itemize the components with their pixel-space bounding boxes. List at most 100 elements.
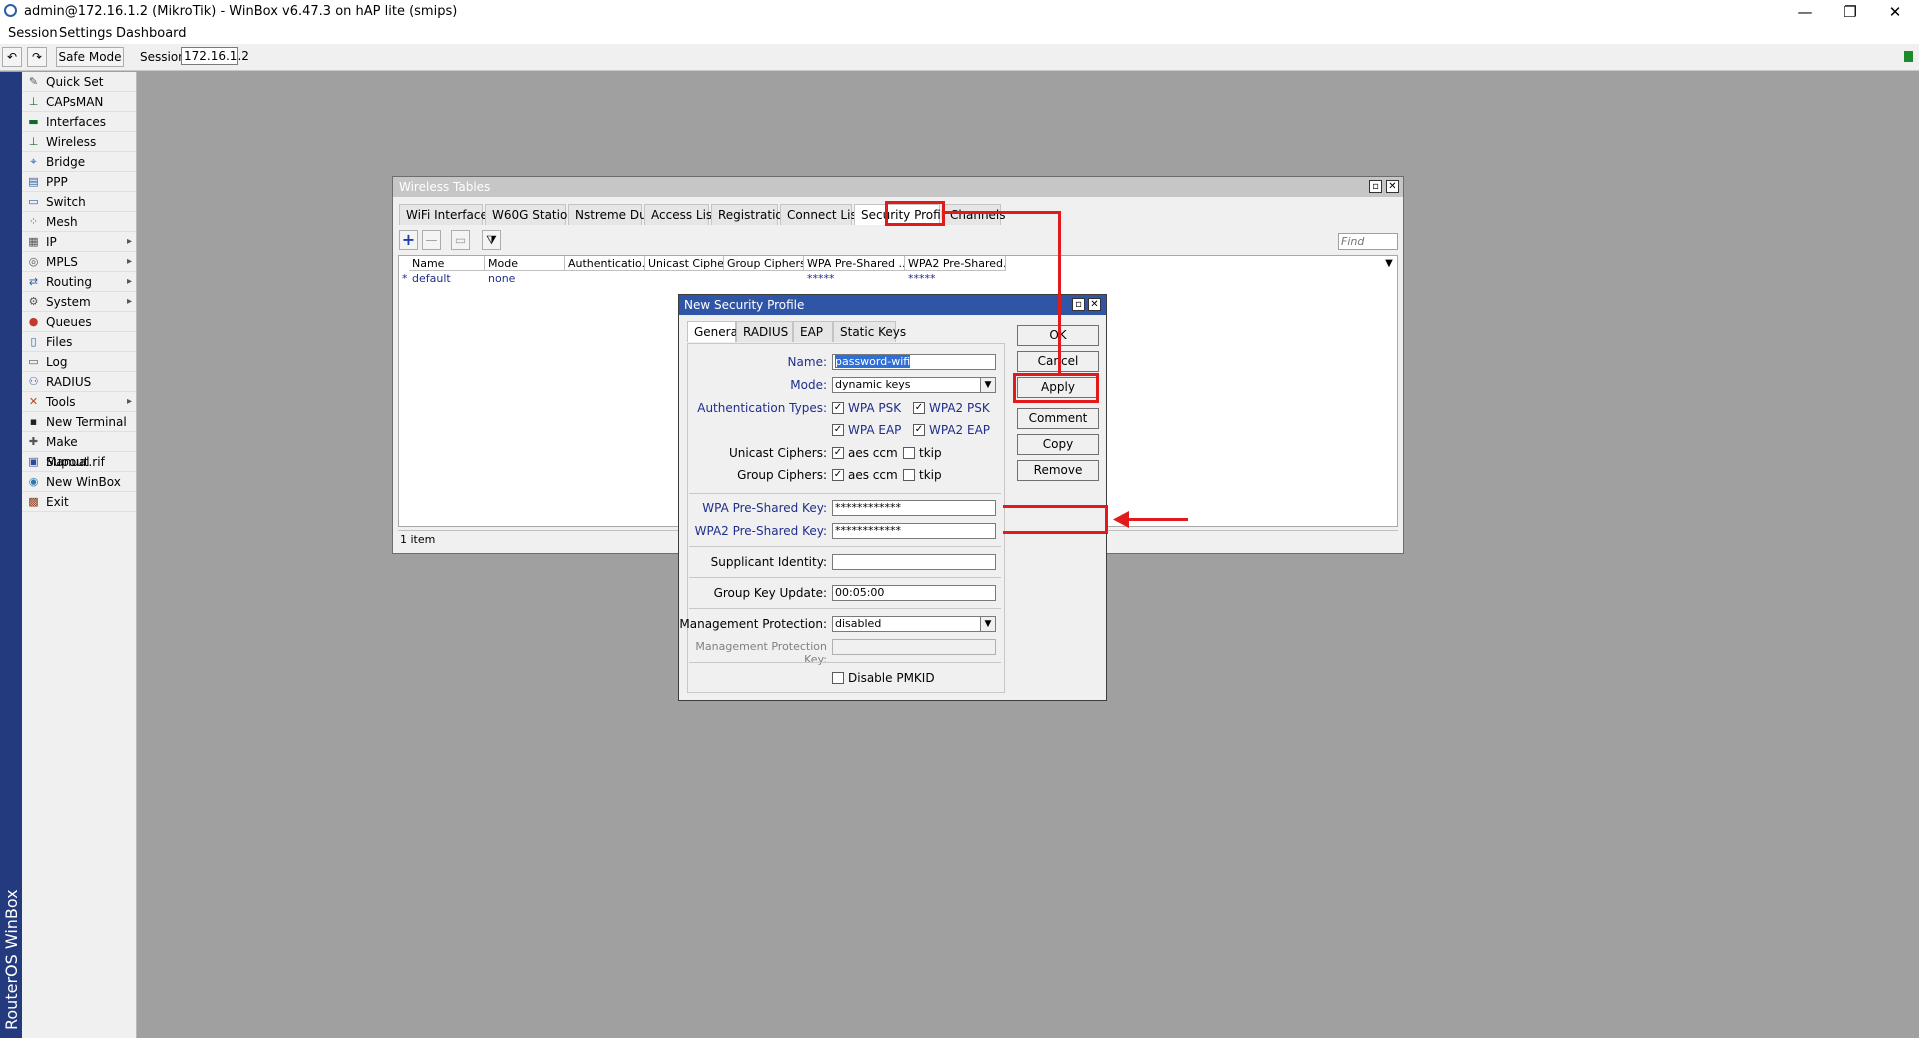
table-row[interactable]: * default none ***** ***** [399,256,1397,286]
session-field[interactable]: 172.16.1.2 [181,47,249,65]
add-icon[interactable]: + [399,230,418,250]
sidebar-item-quick-set[interactable]: ✎ Quick Set [22,72,136,92]
comment-button[interactable]: Comment [1017,408,1099,429]
dialog-maximize-icon[interactable]: ▫ [1072,298,1085,311]
remove-button[interactable]: Remove [1017,460,1099,481]
dialog-tab-eap[interactable]: EAP [793,321,833,342]
tab-access-list[interactable]: Access List [644,204,717,225]
exit-icon: ▩ [28,495,39,508]
sidebar-item-log[interactable]: ▭ Log [22,352,136,372]
sidebar-item-radius[interactable]: ⚇ RADIUS [22,372,136,392]
bridge-icon: ⌖ [30,155,37,168]
toolbar: ↶ ↷ Safe Mode Session: 172.16.1.2 [0,44,1919,71]
group-aes-ccm-label: aes ccm [848,468,898,482]
redo-icon[interactable]: ↷ [27,47,47,67]
sidebar-item-capsman[interactable]: ⊥ CAPsMAN [22,92,136,112]
sidebar-item-ppp[interactable]: ▤ PPP [22,172,136,192]
tab-registration[interactable]: Registration [711,204,790,225]
unicast-aes-ccm-checkbox[interactable]: ✓ [832,447,844,459]
group-aes-ccm-checkbox[interactable]: ✓ [832,469,844,481]
mpls-icon: ◎ [28,255,39,268]
dialog-tab-radius[interactable]: RADIUS [736,321,793,342]
tab-w60g-station[interactable]: W60G Station [485,204,575,225]
supplicant-identity-input[interactable] [832,554,996,570]
restore-button[interactable]: ❐ [1827,1,1873,23]
safe-mode-button[interactable]: Safe Mode [56,47,124,67]
annotation-arrow [1125,518,1188,521]
dialog-close-icon[interactable]: ✕ [1088,298,1101,311]
wpa-eap-checkbox[interactable]: ✓ [832,424,844,436]
unicast-tkip-checkbox[interactable] [903,447,915,459]
sidebar-item-label: Switch [46,195,86,209]
undo-icon[interactable]: ↶ [2,47,22,67]
group-tkip-checkbox[interactable] [903,469,915,481]
find-input[interactable] [1338,233,1398,250]
tab-connect-list[interactable]: Connect List [780,204,861,225]
wpa2-key-input[interactable]: ************ [832,523,996,539]
management-protection-dropdown-icon[interactable]: ▼ [980,617,995,631]
dialog-tab-general[interactable]: General [687,321,741,342]
maximize-icon[interactable]: ▫ [1369,180,1382,193]
menu-session[interactable]: Session [8,26,58,41]
disable-pmkid-checkbox[interactable] [832,672,844,684]
sidebar-item-mesh[interactable]: ⁘ Mesh [22,212,136,232]
menu-dashboard[interactable]: Dashboard [116,26,187,41]
group-key-update-input[interactable]: 00:05:00 [832,585,996,601]
sidebar-item-manual[interactable]: ▣ Manual [22,452,136,472]
sidebar-item-ip[interactable]: ▦ IP ▸ [22,232,136,252]
copy-button[interactable]: Copy [1017,434,1099,455]
sidebar-item-tools[interactable]: ✕ Tools ▸ [22,392,136,412]
management-protection-key-input[interactable] [832,639,996,655]
menu-settings[interactable]: Settings [59,26,112,41]
close-icon[interactable]: ✕ [1386,180,1399,193]
close-button[interactable]: ✕ [1872,1,1918,23]
wpa-eap-label: WPA EAP [848,423,902,437]
dialog-tab-static-keys[interactable]: Static Keys [833,321,906,342]
table-cell-unicast [645,272,727,286]
sidebar-item-system[interactable]: ⚙ System ▸ [22,292,136,312]
menu-bar: Session Settings Dashboard [0,24,1919,44]
tab-channels[interactable]: Channels [943,204,1006,225]
sidebar-item-routing[interactable]: ⇄ Routing ▸ [22,272,136,292]
minimize-button[interactable]: — [1782,1,1828,23]
comment-icon[interactable]: ▭ [451,230,470,250]
sidebar-item-bridge[interactable]: ⌖ Bridge [22,152,136,172]
sidebar-item-wireless[interactable]: ⊥ Wireless [22,132,136,152]
sidebar-item-exit[interactable]: ▩ Exit [22,492,136,512]
mode-select[interactable]: dynamic keys ▼ [832,377,996,393]
wpa2-eap-label: WPA2 EAP [929,423,991,437]
name-input[interactable]: password-wifi [832,354,996,370]
sidebar-item-make-supout-rif[interactable]: ✚ Make Supout.rif [22,432,136,469]
annotation-key-bracket [1003,505,1108,508]
sidebar-item-new-winbox[interactable]: ◉ New WinBox [22,472,136,492]
remove-icon[interactable]: — [422,230,441,250]
mode-select-value: dynamic keys [835,378,911,391]
radius-icon: ⚇ [28,375,39,388]
sidebar-item-files[interactable]: ▯ Files [22,332,136,352]
wpa2-psk-label: WPA2 PSK [929,401,990,415]
sidebar-item-switch[interactable]: ▭ Switch [22,192,136,212]
annotation-connector [945,211,1060,214]
terminal-icon: ▪ [29,415,38,428]
sidebar-item-mpls[interactable]: ◎ MPLS ▸ [22,252,136,272]
wpa-key-input[interactable]: ************ [832,500,996,516]
routing-icon: ⇄ [28,275,39,288]
ip-icon: ▦ [28,235,39,248]
submenu-arrow-icon: ▸ [126,296,132,307]
columns-dropdown-icon[interactable]: ▼ [1381,256,1397,271]
management-protection-select[interactable]: disabled ▼ [832,616,996,632]
wpa-psk-label: WPA PSK [848,401,902,415]
wpa2-eap-checkbox[interactable]: ✓ [913,424,925,436]
sidebar-item-label: Wireless [46,135,97,149]
mode-dropdown-icon[interactable]: ▼ [980,378,995,392]
connection-status-icon [1904,51,1913,62]
sidebar-item-new-terminal[interactable]: ▪ New Terminal [22,412,136,432]
ppp-icon: ▤ [28,175,39,188]
tab-nstreme-dual[interactable]: Nstreme Dual [568,204,657,225]
tab-wifi-interfaces[interactable]: WiFi Interfaces [399,204,494,225]
sidebar-item-queues[interactable]: ● Queues [22,312,136,332]
sidebar-item-interfaces[interactable]: ▬ Interfaces [22,112,136,132]
wpa-psk-checkbox[interactable]: ✓ [832,402,844,414]
filter-icon[interactable]: ⧩ [482,230,501,250]
wpa2-psk-checkbox[interactable]: ✓ [913,402,925,414]
